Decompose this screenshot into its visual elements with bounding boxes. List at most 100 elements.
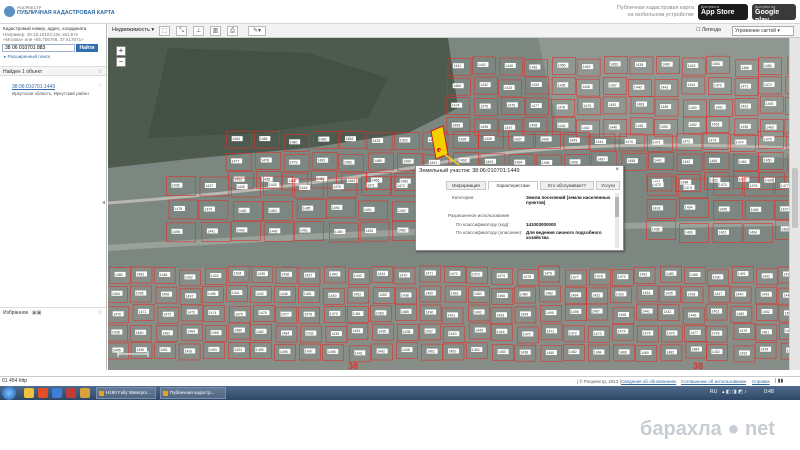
taskbar-window[interactable]: H190 Fully Waterpro... xyxy=(96,387,156,399)
chart-icon[interactable]: ▥ xyxy=(210,26,221,36)
parcel-number-label: 1472 xyxy=(163,313,171,317)
parcel-number-label: 1433 xyxy=(739,178,747,182)
folder-icon[interactable] xyxy=(80,388,90,398)
updates-link[interactable]: Сведения об обновлениях xyxy=(621,379,676,384)
opera-icon[interactable] xyxy=(66,388,76,398)
star-icon[interactable]: ☆ xyxy=(98,68,103,75)
find-button[interactable]: Найти xyxy=(76,44,98,52)
parcel-number-label: 1476 xyxy=(507,103,515,107)
legend-checkbox[interactable]: ☐ Легенда xyxy=(696,27,721,33)
map-scrollbar[interactable] xyxy=(789,38,800,370)
parcel-number-label: 1435 xyxy=(257,272,265,276)
google-play-button[interactable]: Доступно на Google play xyxy=(752,4,796,24)
collapse-panel-icon[interactable]: ◂ xyxy=(102,199,105,206)
parcel-number-label: 1470 xyxy=(523,332,531,336)
terms-link[interactable]: Соглашение об использовании xyxy=(681,379,746,384)
parcel-number-label: 1461 xyxy=(739,160,747,164)
result-item-link[interactable]: 38:06:010701:1449 xyxy=(12,84,55,90)
parcel-number-label: 1437 xyxy=(205,184,213,188)
popup-scrollbar[interactable] xyxy=(615,193,619,248)
basemap-select[interactable]: Угрожение сагтой ▾ xyxy=(732,26,794,36)
parcel-number-label: 1477 xyxy=(690,331,698,335)
taskbar-window-active[interactable]: Публичная кадастр... xyxy=(160,387,226,399)
scrollbar-thumb[interactable] xyxy=(792,168,798,228)
parcel-number-label: 1483 xyxy=(269,209,277,213)
explorer-icon[interactable] xyxy=(24,388,34,398)
parcel-number-label: 1441 xyxy=(355,351,363,355)
parcel-number-label: 1438 xyxy=(635,63,643,67)
pen-icon[interactable]: ✎▾ xyxy=(248,26,266,36)
star-icon[interactable]: ☆ xyxy=(98,309,103,316)
popup-scrollbar-thumb[interactable] xyxy=(615,197,619,217)
media-player-icon[interactable] xyxy=(38,388,48,398)
close-icon[interactable]: × xyxy=(615,167,619,173)
parcel-number-label: 1473 xyxy=(472,273,480,277)
parcel-number-label: 1434 xyxy=(352,329,360,333)
tab-who-serves[interactable]: Кто обслуживает? xyxy=(540,181,594,190)
parcel-number-label: 1440 xyxy=(237,185,245,189)
app-store-button[interactable]: Доступно в App Store xyxy=(698,4,748,20)
parcel-number-label: 1493 xyxy=(653,206,661,210)
language-indicator[interactable]: RU xyxy=(710,389,717,395)
start-button[interactable] xyxy=(2,386,16,400)
promo-line-2: на мобильном устройстве xyxy=(627,12,694,18)
search-input[interactable] xyxy=(2,44,75,52)
window-icon xyxy=(99,391,104,396)
parcel-number-label: 1433 xyxy=(400,138,408,142)
parcel-number-label: 1442 xyxy=(683,160,691,164)
parcel-number-label: 1480 xyxy=(764,64,772,68)
parcel-number-label: 1478 xyxy=(712,332,720,336)
parcel-number-label: 1477 xyxy=(281,313,289,317)
parcel-number-label: 1481 xyxy=(318,159,326,163)
tray-icons[interactable]: ▴ ◧ ◨ ◩ ♪ xyxy=(722,389,747,395)
rosreestr-logo-icon[interactable] xyxy=(4,6,15,17)
parcel-number-label: 1464 xyxy=(232,137,240,141)
tab-information[interactable]: Информация xyxy=(446,181,486,190)
parcel-number-label: 1479 xyxy=(739,329,747,333)
language-flag-icon[interactable]: | ▮▮ xyxy=(775,378,783,384)
brand-title[interactable]: ПУБЛИЧНАЯ КАДАСТРОВАЯ КАРТА xyxy=(17,10,115,16)
map-toolbar: Недвижимость ▾ ⬚ ⤡ ⊥ ▥ ⎙ ✎▾ ☐ Легенда Уг… xyxy=(108,24,800,38)
parcel-number-label: 1446 xyxy=(280,292,288,296)
parcel-number-label: 1437 xyxy=(714,292,722,296)
zoom-in-button[interactable]: + xyxy=(116,46,126,56)
parcel-number-label: 1472 xyxy=(397,184,405,188)
parcel-number-label: 1497 xyxy=(186,294,194,298)
clock[interactable]: 0:48 xyxy=(764,389,774,395)
parcel-number-label: 1466 xyxy=(260,137,268,141)
parcel-number-label: 1441 xyxy=(654,159,662,163)
permitted-use-label: Разрешенное использование xyxy=(448,213,510,218)
parcel-number-label: 1477 xyxy=(531,104,539,108)
parcel-number-label: 1450 xyxy=(660,125,668,129)
print-icon[interactable]: ⎙ xyxy=(227,26,238,36)
parcel-number-label: 1444 xyxy=(687,83,695,87)
parcel-number-label: 1435 xyxy=(459,138,467,142)
help-link[interactable]: Справка xyxy=(752,379,770,384)
parcel-number-label: 1483 xyxy=(376,311,384,315)
parcel-number-label: 1452 xyxy=(689,123,697,127)
parcel-number-label: 1450 xyxy=(335,230,343,234)
parcel-number-label: 1432 xyxy=(373,139,381,143)
zoom-out-button[interactable]: − xyxy=(116,57,126,67)
parcel-number-label: 1496 xyxy=(751,208,759,212)
rectangle-select-icon[interactable]: ⬚ xyxy=(159,26,170,36)
parcel-number-label: 1472 xyxy=(764,83,772,87)
parcel-number-label: 1493 xyxy=(496,313,504,317)
parcel-info-popup: Земельный участок: 38:06:010701:1449 × И… xyxy=(415,165,624,251)
favorite-star-icon[interactable]: ☆ xyxy=(98,83,102,89)
filter-icon[interactable]: ⊥ xyxy=(193,26,204,36)
parcel-number-label: 1471 xyxy=(741,85,749,89)
favorites-tools-icon[interactable]: ▣▣ xyxy=(32,310,41,316)
extended-search-link[interactable]: ▸ Расширенный поиск xyxy=(4,54,50,60)
parcel-number-label: 1444 xyxy=(300,186,308,190)
quarter-label: 38 xyxy=(348,361,358,370)
parcel-number-label: 1442 xyxy=(237,228,245,232)
tab-characteristics[interactable]: Характеристики xyxy=(488,181,538,190)
parcel-number-label: 1470 xyxy=(625,140,633,144)
measure-icon[interactable]: ⤡ xyxy=(176,26,187,36)
favorites-label[interactable]: Избранное xyxy=(3,310,28,316)
browser-icon[interactable] xyxy=(52,388,62,398)
layer-select[interactable]: Недвижимость ▾ xyxy=(112,27,154,33)
tab-services[interactable]: Услуги xyxy=(596,181,620,190)
parcel-number-label: 1492 xyxy=(398,209,406,213)
